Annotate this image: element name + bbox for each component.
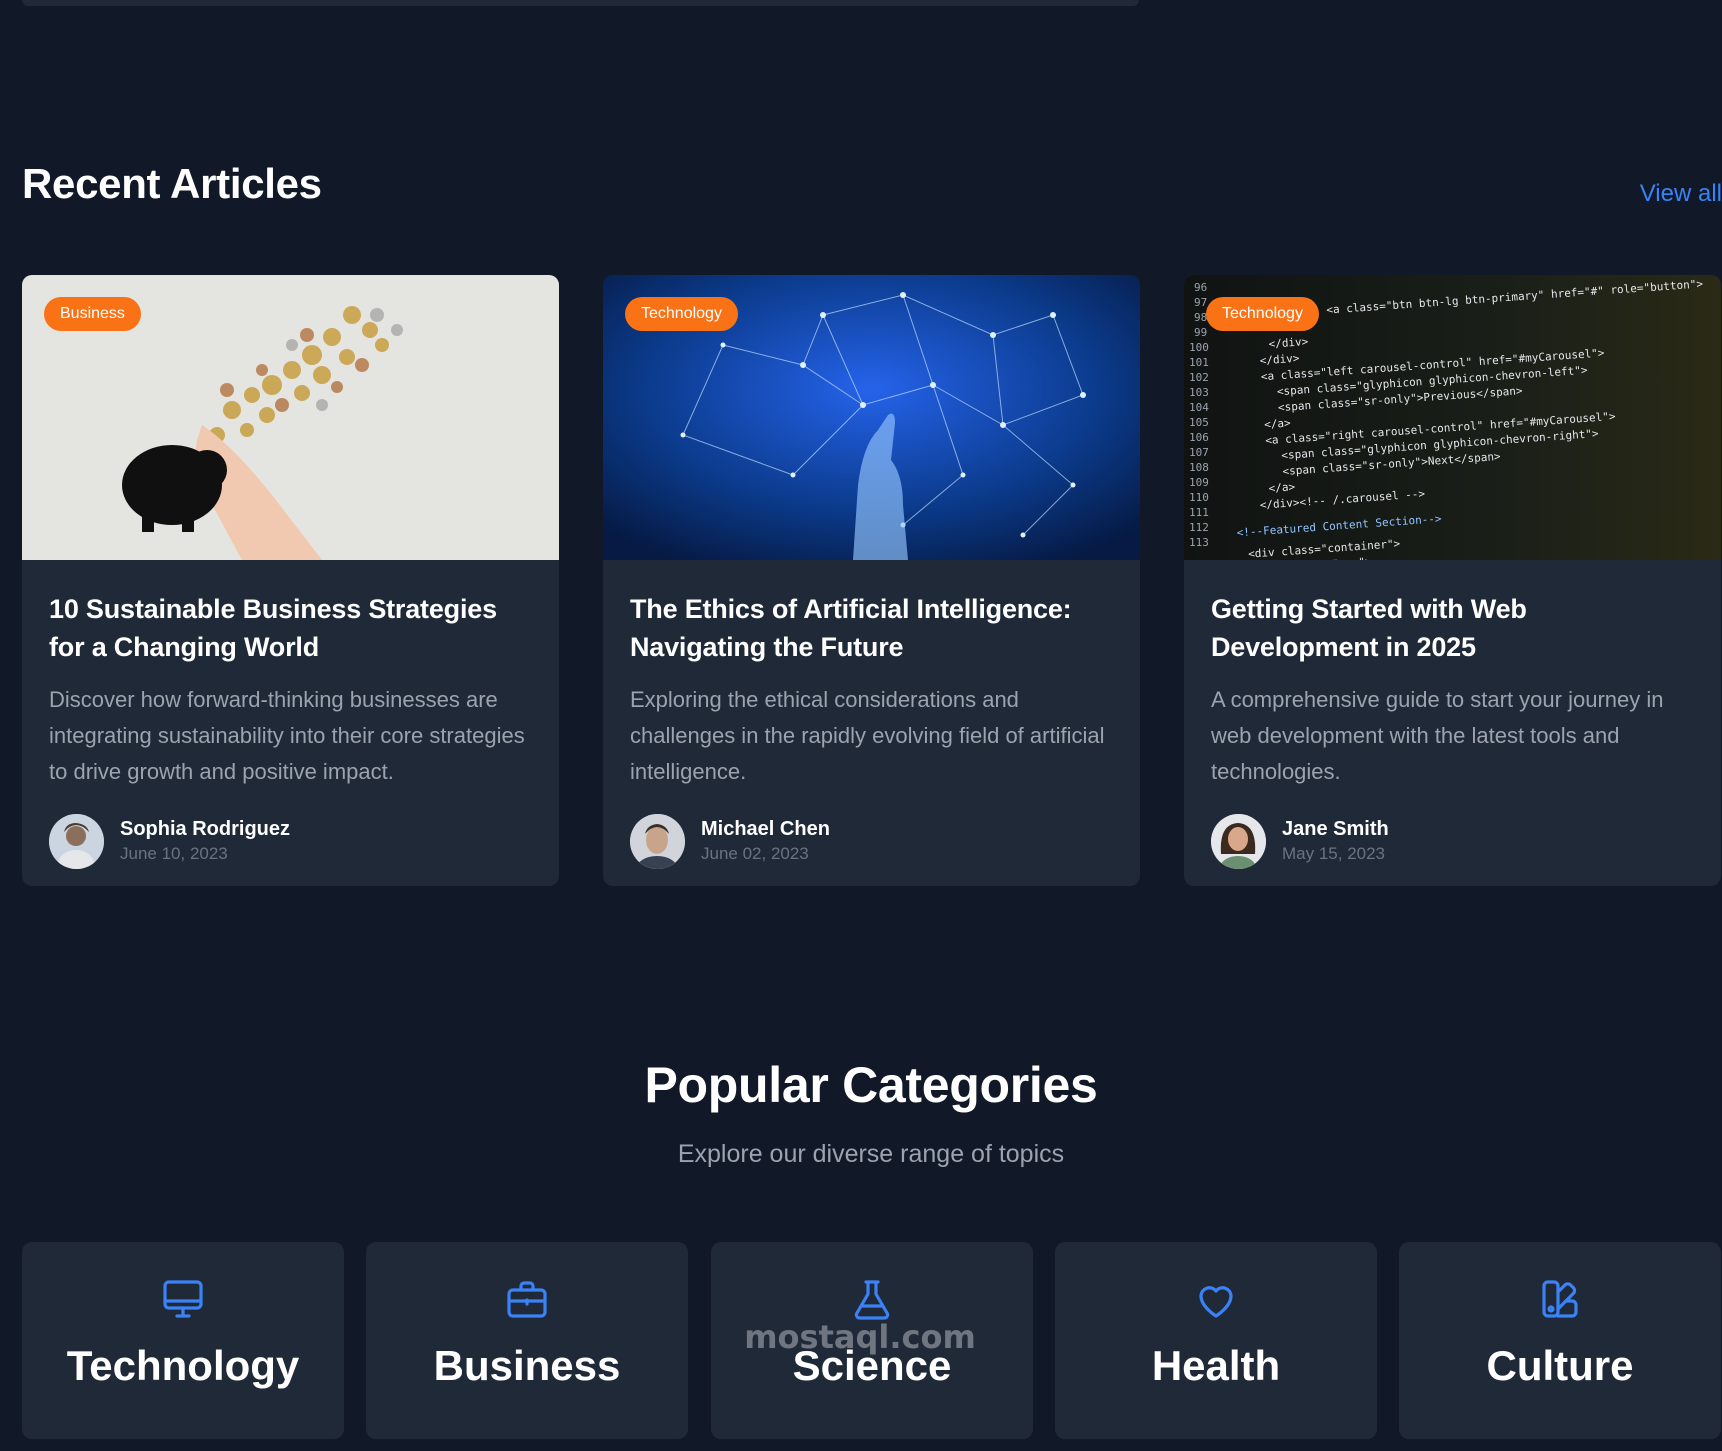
- category-label: Culture: [1486, 1342, 1634, 1389]
- category-label: Business: [433, 1342, 621, 1389]
- svg-text:104: 104: [1189, 401, 1209, 414]
- article-excerpt: Exploring the ethical considerations and…: [630, 687, 1105, 784]
- category-card-culture[interactable]: Culture: [1399, 1242, 1721, 1439]
- article-title[interactable]: Getting Started with Web Development in …: [1211, 590, 1693, 666]
- author-name[interactable]: Jane Smith: [1282, 818, 1389, 841]
- svg-text:107: 107: [1189, 446, 1209, 459]
- palette-icon: [1536, 1276, 1584, 1324]
- svg-text:97: 97: [1194, 296, 1207, 309]
- popular-categories-title: Popular Categories: [644, 1057, 1098, 1113]
- svg-text:110: 110: [1189, 491, 1209, 504]
- article-title[interactable]: 10 Sustainable Business Strategies for a…: [49, 590, 531, 666]
- monitor-icon: [159, 1276, 207, 1324]
- article-excerpt: A comprehensive guide to start your jour…: [1211, 687, 1664, 784]
- category-card-health[interactable]: Health: [1055, 1242, 1377, 1439]
- svg-text:109: 109: [1189, 476, 1209, 489]
- view-all-link[interactable]: View all: [1640, 180, 1722, 208]
- svg-text:100: 100: [1189, 341, 1209, 354]
- category-card-science[interactable]: Science: [711, 1242, 1033, 1439]
- svg-text:106: 106: [1189, 431, 1209, 444]
- author-name[interactable]: Michael Chen: [701, 818, 830, 841]
- previous-section-edge: [22, 0, 1139, 6]
- svg-text:111: 111: [1189, 506, 1209, 519]
- avatar: [49, 814, 104, 869]
- briefcase-icon: [503, 1276, 551, 1324]
- avatar: [630, 814, 685, 869]
- svg-text:102: 102: [1189, 371, 1209, 384]
- popular-categories-subtitle: Explore our diverse range of topics: [677, 1140, 1065, 1168]
- article-card[interactable]: 96 97 98 99 100 101 102 103 104 105 106 107 108 1…: [1184, 275, 1721, 886]
- popular-categories-header: Popular Categories Explore our diverse r…: [0, 1056, 1722, 1169]
- author-name[interactable]: Sophia Rodriguez: [120, 818, 290, 841]
- article-card[interactable]: Technology The Ethics of Artificial Inte…: [603, 275, 1140, 886]
- svg-text:112: 112: [1189, 521, 1209, 534]
- article-card[interactable]: Business 10 Sustainable Business Strateg…: [22, 275, 559, 886]
- svg-text:99: 99: [1194, 326, 1207, 339]
- heart-icon: [1192, 1276, 1240, 1324]
- category-badge[interactable]: Technology: [625, 297, 738, 331]
- svg-text:</a>: </a>: [1264, 416, 1292, 431]
- recent-articles-title: Recent Articles: [22, 160, 322, 207]
- svg-text:103: 103: [1189, 386, 1209, 399]
- article-author: Jane Smith May 15, 2023: [1211, 814, 1693, 870]
- svg-text:113: 113: [1189, 536, 1209, 549]
- article-image-code: 96 97 98 99 100 101 102 103 104 105 106 107 108 1…: [1184, 275, 1721, 560]
- article-image-ai-network: Technology: [603, 275, 1140, 560]
- flask-icon: [848, 1276, 896, 1324]
- publish-date: May 15, 2023: [1282, 844, 1386, 863]
- svg-text:101: 101: [1189, 356, 1209, 369]
- svg-text:105: 105: [1189, 416, 1209, 429]
- recent-articles-header: Recent Articles View all: [22, 156, 1722, 216]
- category-label: Technology: [66, 1342, 300, 1389]
- article-excerpt: Discover how forward-thinking businesses…: [49, 687, 525, 784]
- article-image-piggy-bank: Business: [22, 275, 559, 560]
- category-badge[interactable]: Technology: [1206, 297, 1319, 331]
- category-grid: Technology Business Science Health Cultu…: [22, 1242, 1722, 1439]
- category-badge[interactable]: Business: [44, 297, 141, 331]
- article-title[interactable]: The Ethics of Artificial Intelligence: N…: [630, 590, 1112, 666]
- category-card-technology[interactable]: Technology: [22, 1242, 344, 1439]
- category-card-business[interactable]: Business: [366, 1242, 688, 1439]
- svg-text:96: 96: [1194, 281, 1207, 294]
- svg-text:108: 108: [1189, 461, 1209, 474]
- article-author: Michael Chen June 02, 2023: [630, 814, 1112, 870]
- publish-date: June 10, 2023: [120, 844, 228, 863]
- article-grid: Business 10 Sustainable Business Strateg…: [22, 275, 1722, 886]
- category-label: Science: [792, 1342, 952, 1389]
- category-label: Health: [1151, 1342, 1281, 1389]
- article-author: Sophia Rodriguez June 10, 2023: [49, 814, 531, 870]
- avatar: [1211, 814, 1266, 869]
- svg-text:</a>: </a>: [1268, 480, 1296, 495]
- publish-date: June 02, 2023: [701, 844, 809, 863]
